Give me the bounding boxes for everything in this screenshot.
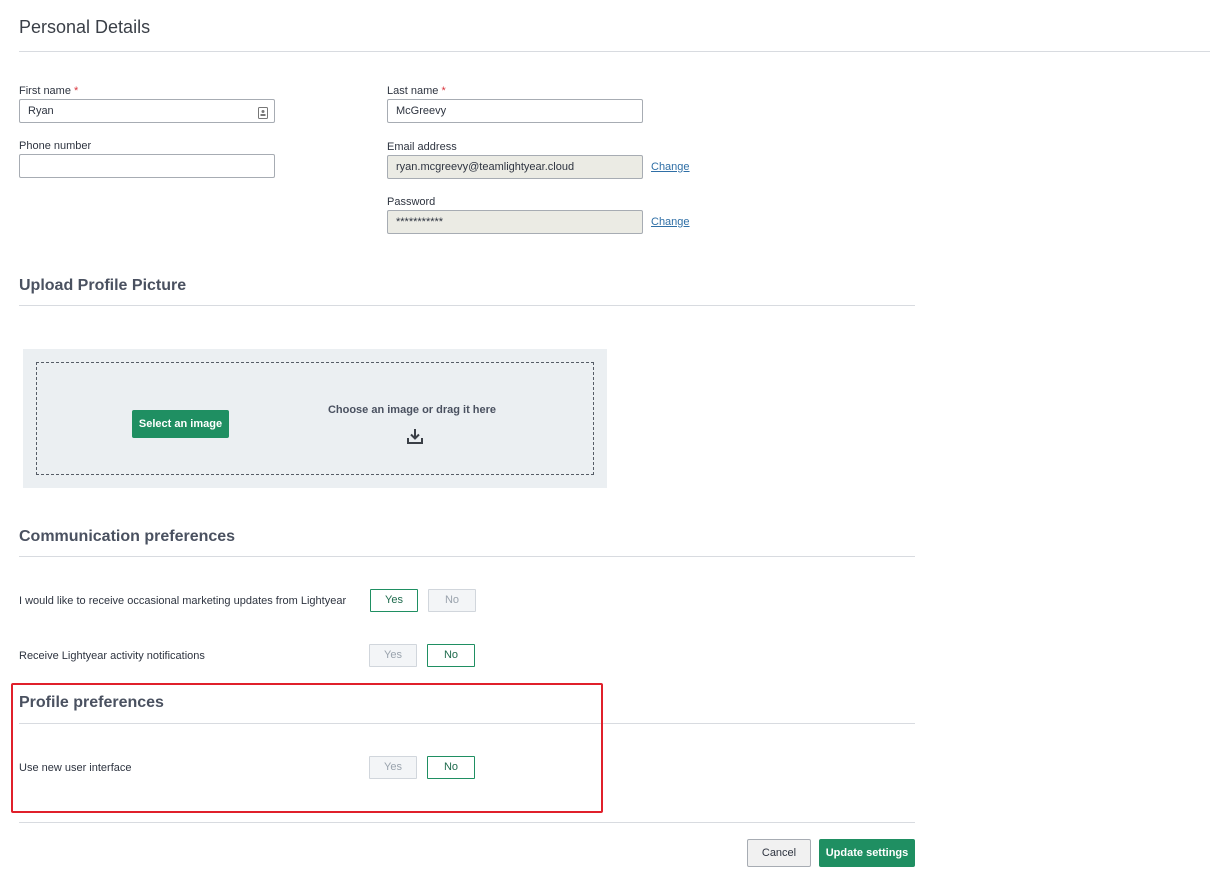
footer-divider [19, 822, 915, 823]
header-divider [19, 51, 1210, 52]
page-title: Personal Details [19, 17, 151, 37]
last-name-label-text: Last name [387, 85, 439, 97]
marketing-yes-toggle[interactable]: Yes [370, 589, 418, 612]
notifications-pref-label: Receive Lightyear activity notifications [19, 650, 205, 662]
last-name-label: Last name * [387, 85, 446, 97]
cancel-button[interactable]: Cancel [747, 839, 811, 867]
communication-section-title: Communication preferences [19, 528, 236, 545]
upload-section-title: Upload Profile Picture [19, 277, 187, 294]
password-value: *********** [396, 216, 444, 228]
last-name-value: McGreevy [396, 105, 447, 117]
change-email-link[interactable]: Change [651, 161, 690, 173]
download-tray-icon [406, 427, 424, 445]
marketing-pref-label: I would like to receive occasional marke… [19, 595, 347, 607]
first-name-input[interactable]: Ryan [19, 99, 275, 123]
last-name-input[interactable]: McGreevy [387, 99, 643, 123]
marketing-no-toggle[interactable]: No [428, 589, 476, 612]
change-password-link[interactable]: Change [651, 216, 690, 228]
email-field: ryan.mcgreevy@teamlightyear.cloud [387, 155, 643, 179]
notifications-no-toggle[interactable]: No [427, 644, 475, 667]
highlight-box [11, 683, 603, 813]
phone-input[interactable] [19, 154, 275, 178]
contact-card-icon [258, 105, 268, 119]
first-name-label: First name * [19, 85, 78, 97]
communication-divider [19, 556, 915, 557]
dropzone[interactable]: Select an image Choose an image or drag … [36, 362, 594, 475]
phone-label: Phone number [19, 140, 92, 152]
upload-panel: Select an image Choose an image or drag … [23, 349, 607, 488]
email-label: Email address [387, 141, 457, 153]
password-field: *********** [387, 210, 643, 234]
password-label: Password [387, 196, 436, 208]
first-name-value: Ryan [28, 105, 54, 117]
first-name-label-text: First name [19, 85, 71, 97]
select-image-button[interactable]: Select an image [132, 410, 229, 438]
upload-divider [19, 305, 915, 306]
required-mark: * [441, 85, 446, 97]
notifications-yes-toggle[interactable]: Yes [369, 644, 417, 667]
required-mark: * [74, 85, 79, 97]
update-settings-button[interactable]: Update settings [819, 839, 915, 867]
dropzone-text: Choose an image or drag it here [327, 404, 497, 416]
email-value: ryan.mcgreevy@teamlightyear.cloud [396, 161, 575, 173]
